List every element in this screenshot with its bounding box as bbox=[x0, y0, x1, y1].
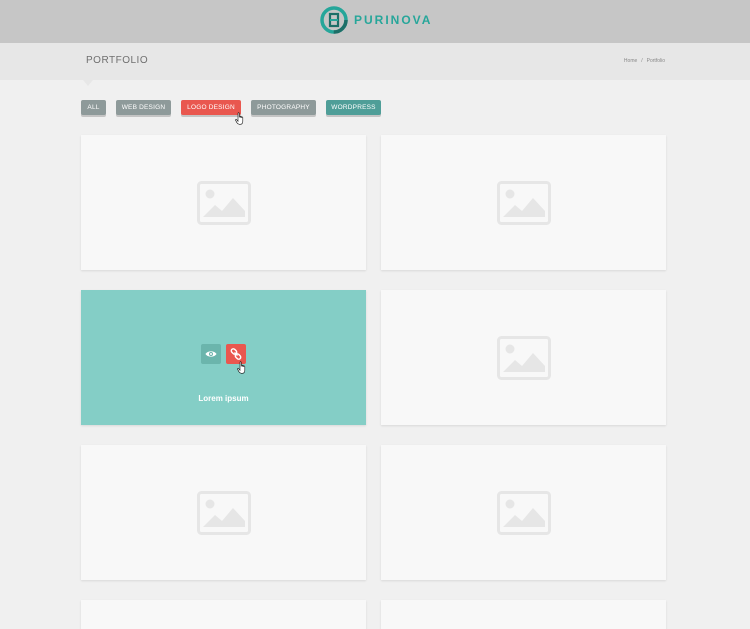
brand[interactable]: PURINOVA bbox=[319, 4, 432, 36]
link-icon bbox=[230, 348, 242, 360]
filter-web-design-button[interactable]: WEB DESIGN bbox=[116, 100, 171, 115]
brand-name: PURINOVA bbox=[354, 13, 433, 27]
page-title-bar: PORTFOLIO Home / Portfolio bbox=[0, 43, 750, 86]
hand-cursor-icon bbox=[237, 361, 246, 374]
image-placeholder-icon bbox=[497, 491, 551, 535]
breadcrumb: Home / Portfolio bbox=[624, 58, 665, 64]
portfolio-item-hovered[interactable]: Lorem ipsum bbox=[81, 290, 366, 425]
title-notch bbox=[83, 80, 93, 86]
portfolio-item[interactable] bbox=[81, 445, 366, 580]
breadcrumb-current: Portfolio bbox=[646, 58, 665, 64]
portfolio-item[interactable] bbox=[81, 600, 366, 629]
portfolio-item[interactable] bbox=[381, 445, 666, 580]
purinova-logo-icon bbox=[320, 6, 348, 34]
portfolio-item[interactable] bbox=[381, 135, 666, 270]
page-title: PORTFOLIO bbox=[86, 55, 149, 66]
breadcrumb-separator: / bbox=[641, 58, 643, 64]
hand-cursor-icon bbox=[235, 112, 244, 125]
image-placeholder-icon bbox=[197, 491, 251, 535]
view-button[interactable] bbox=[201, 344, 221, 364]
filter-photography-button[interactable]: PHOTOGRAPHY bbox=[251, 100, 316, 115]
filter-logo-design-button[interactable]: LOGO DESIGN bbox=[181, 100, 241, 115]
filter-wordpress-button[interactable]: WORDPRESS bbox=[326, 100, 381, 115]
item-caption: Lorem ipsum bbox=[198, 394, 249, 403]
image-placeholder-icon bbox=[197, 181, 251, 225]
top-header: PURINOVA bbox=[0, 0, 750, 43]
filter-all-button[interactable]: ALL bbox=[81, 100, 106, 115]
image-placeholder-icon bbox=[497, 181, 551, 225]
portfolio-item[interactable] bbox=[381, 600, 666, 629]
breadcrumb-home-link[interactable]: Home bbox=[624, 58, 637, 64]
eye-icon bbox=[205, 351, 217, 357]
portfolio-item[interactable] bbox=[81, 135, 366, 270]
portfolio-item[interactable] bbox=[381, 290, 666, 425]
image-placeholder-icon bbox=[497, 336, 551, 380]
